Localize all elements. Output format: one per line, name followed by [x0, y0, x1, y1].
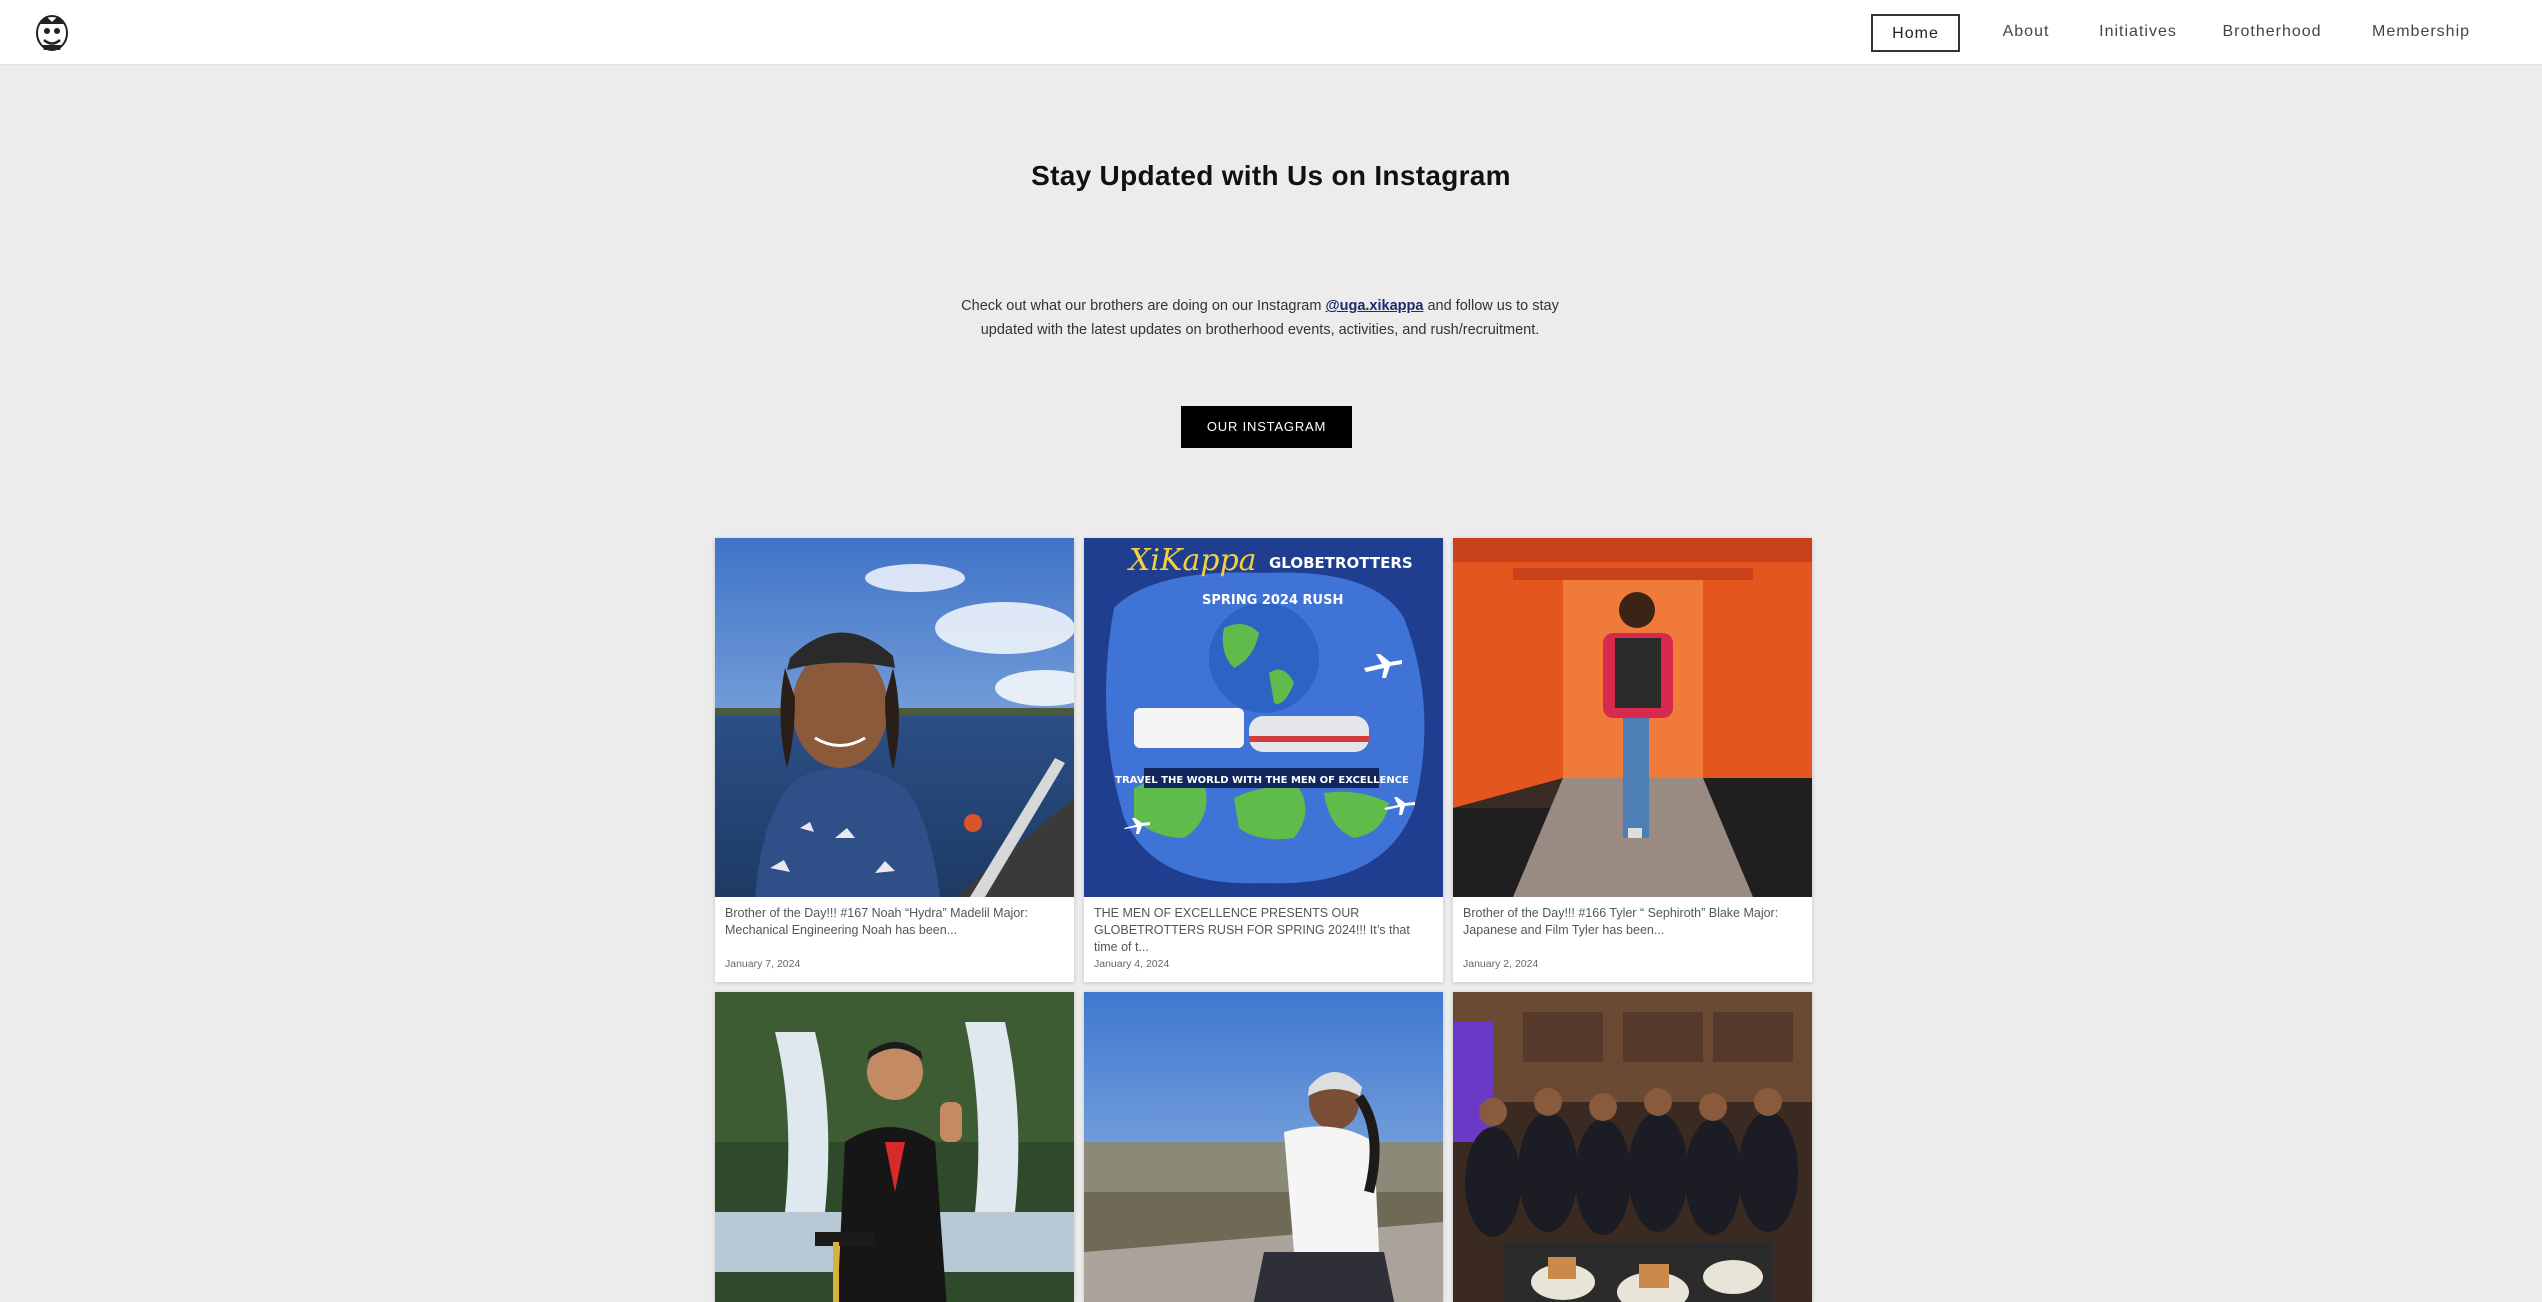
instagram-post-card[interactable]: Brother of the Day!!! #167 Noah “Hydra” … — [715, 538, 1074, 982]
post-caption: THE MEN OF EXCELLENCE PRESENTS OUR GLOBE… — [1094, 906, 1410, 954]
site-header: Home About Initiatives Brotherhood Membe… — [0, 0, 2542, 65]
graphic-line1: GLOBETROTTERS — [1269, 554, 1413, 572]
nav-brotherhood[interactable]: Brotherhood — [2210, 14, 2334, 52]
nav-home[interactable]: Home — [1871, 14, 1960, 52]
graphic-brand: XiKappa — [1127, 543, 1257, 578]
intro-text: Check out what our brothers are doing on… — [960, 294, 1560, 342]
instagram-post-card[interactable] — [715, 992, 1074, 1302]
nav-initiatives[interactable]: Initiatives — [2088, 14, 2188, 52]
our-instagram-button[interactable]: OUR INSTAGRAM — [1181, 406, 1352, 448]
nav-about[interactable]: About — [1986, 14, 2066, 52]
post-date: January 7, 2024 — [725, 958, 801, 970]
post-image: XiKappa GLOBETROTTERS SPRING 2024 RUSH T… — [1084, 538, 1443, 897]
post-date: January 4, 2024 — [1094, 958, 1170, 970]
instagram-post-card[interactable] — [1084, 992, 1443, 1302]
graphic-line2: SPRING 2024 RUSH — [1202, 593, 1343, 608]
post-image — [715, 538, 1074, 897]
post-image — [1084, 992, 1443, 1302]
post-date: January 2, 2024 — [1463, 958, 1539, 970]
instagram-handle-link[interactable]: @uga.xikappa — [1325, 298, 1423, 314]
instagram-post-card[interactable]: XiKappa GLOBETROTTERS SPRING 2024 RUSH T… — [1084, 538, 1443, 982]
post-image — [1453, 538, 1812, 897]
page-title: Stay Updated with Us on Instagram — [1031, 160, 1511, 191]
graphic-banner: TRAVEL THE WORLD WITH THE MEN OF EXCELLE… — [1115, 775, 1409, 786]
logo-icon[interactable] — [34, 12, 70, 52]
instagram-post-card[interactable]: Brother of the Day!!! #166 Tyler “ Sephi… — [1453, 538, 1812, 982]
post-image — [715, 992, 1074, 1302]
nav-membership[interactable]: Membership — [2358, 14, 2484, 52]
post-caption: Brother of the Day!!! #167 Noah “Hydra” … — [725, 906, 1028, 937]
post-caption: Brother of the Day!!! #166 Tyler “ Sephi… — [1463, 906, 1779, 937]
instagram-post-card[interactable] — [1453, 992, 1812, 1302]
post-image — [1453, 992, 1812, 1302]
intro-text-start: Check out what our brothers are doing on… — [961, 298, 1326, 314]
